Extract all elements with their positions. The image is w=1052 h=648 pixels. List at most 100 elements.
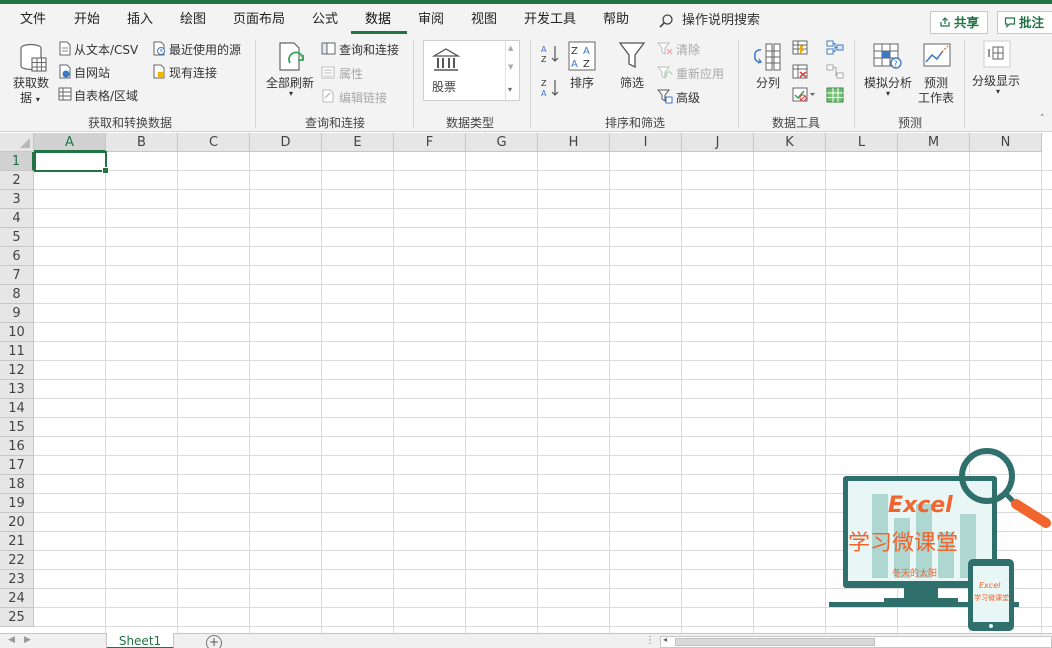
tab-file[interactable]: 文件 bbox=[16, 8, 50, 32]
relationships-icon bbox=[826, 64, 844, 79]
from-table-range-button[interactable]: 自表格/区域 bbox=[74, 87, 138, 104]
active-cell-a1[interactable] bbox=[34, 151, 109, 174]
sheet-tab-sheet1[interactable]: Sheet1 bbox=[106, 633, 174, 648]
row-header[interactable]: 22 bbox=[0, 551, 34, 570]
data-types-gallery[interactable]: 股票 ▲ ▼ ▾ bbox=[423, 40, 520, 101]
row-header[interactable]: 5 bbox=[0, 228, 34, 247]
tab-help[interactable]: 帮助 bbox=[599, 8, 633, 32]
refresh-dropdown-caret-icon[interactable]: ▾ bbox=[289, 89, 293, 98]
advanced-filter-button[interactable]: 高级 bbox=[676, 89, 700, 106]
column-header[interactable]: E bbox=[322, 133, 394, 152]
tab-formulas[interactable]: 公式 bbox=[308, 8, 342, 32]
row-header[interactable]: 10 bbox=[0, 323, 34, 342]
row-header[interactable]: 25 bbox=[0, 608, 34, 627]
data-model-icon bbox=[826, 87, 844, 103]
tab-data[interactable]: 数据 bbox=[350, 8, 408, 34]
existing-connections-icon bbox=[153, 64, 165, 79]
row-header[interactable]: 24 bbox=[0, 589, 34, 608]
share-icon bbox=[940, 17, 950, 27]
row-header[interactable]: 12 bbox=[0, 361, 34, 380]
new-sheet-button[interactable]: + bbox=[206, 635, 222, 648]
column-header[interactable]: M bbox=[898, 133, 970, 152]
dropdown-caret-icon: ▾ bbox=[35, 95, 40, 104]
row-header[interactable]: 20 bbox=[0, 513, 34, 532]
sort-button[interactable]: 排序 bbox=[570, 74, 594, 91]
sheet-nav-left-icon[interactable]: ◀ bbox=[8, 635, 15, 645]
column-header[interactable]: D bbox=[250, 133, 322, 152]
row-header[interactable]: 4 bbox=[0, 209, 34, 228]
column-header[interactable]: K bbox=[754, 133, 826, 152]
select-all-button[interactable] bbox=[0, 133, 34, 152]
tab-draw[interactable]: 绘图 bbox=[176, 8, 210, 32]
filter-button[interactable]: 筛选 bbox=[620, 74, 644, 91]
tab-split-handle[interactable]: ⋮ bbox=[645, 635, 655, 646]
row-header[interactable]: 13 bbox=[0, 380, 34, 399]
row-header[interactable]: 8 bbox=[0, 285, 34, 304]
properties-button[interactable]: 属性 bbox=[339, 65, 363, 82]
scroll-thumb[interactable] bbox=[675, 638, 875, 646]
row-header[interactable]: 1 bbox=[0, 152, 34, 171]
group-separator bbox=[255, 40, 256, 128]
row-header[interactable]: 14 bbox=[0, 399, 34, 418]
row-header[interactable]: 17 bbox=[0, 456, 34, 475]
row-header[interactable]: 23 bbox=[0, 570, 34, 589]
gallery-more-icon[interactable]: ▾ bbox=[508, 85, 512, 94]
tab-view[interactable]: 视图 bbox=[467, 8, 501, 32]
tab-home[interactable]: 开始 bbox=[70, 8, 104, 32]
row-header[interactable]: 2 bbox=[0, 171, 34, 190]
column-header[interactable]: C bbox=[178, 133, 250, 152]
row-header[interactable]: 9 bbox=[0, 304, 34, 323]
from-web-button[interactable]: 自网站 bbox=[74, 64, 110, 81]
column-header[interactable]: F bbox=[394, 133, 466, 152]
forecast-sheet-label-2: 工作表 bbox=[918, 91, 955, 105]
tab-review[interactable]: 审阅 bbox=[414, 8, 448, 32]
scroll-left-icon[interactable]: ◂ bbox=[663, 635, 667, 644]
advanced-filter-icon bbox=[657, 89, 673, 104]
collapse-ribbon-icon[interactable]: ˄ bbox=[1040, 114, 1045, 124]
column-header[interactable]: B bbox=[106, 133, 178, 152]
recent-sources-button[interactable]: 最近使用的源 bbox=[169, 41, 241, 58]
column-header[interactable]: I bbox=[610, 133, 682, 152]
gallery-down-icon[interactable]: ▼ bbox=[508, 63, 513, 71]
table-range-icon bbox=[58, 87, 72, 101]
comments-button[interactable]: 批注 bbox=[997, 11, 1052, 34]
edit-links-button[interactable]: 编辑链接 bbox=[339, 89, 387, 106]
flash-fill-icon bbox=[792, 40, 808, 55]
column-header[interactable]: A bbox=[34, 133, 106, 152]
column-header[interactable]: G bbox=[466, 133, 538, 152]
column-header[interactable]: H bbox=[538, 133, 610, 152]
existing-connections-button[interactable]: 现有连接 bbox=[169, 64, 217, 81]
row-header[interactable]: 7 bbox=[0, 266, 34, 285]
tab-insert[interactable]: 插入 bbox=[123, 8, 157, 32]
outline-icon bbox=[983, 40, 1011, 68]
horizontal-scrollbar[interactable]: ◂ bbox=[660, 635, 1052, 648]
row-header[interactable]: 18 bbox=[0, 475, 34, 494]
tell-me-search[interactable]: 操作说明搜索 bbox=[658, 10, 760, 32]
group-forecast-label: 预测 bbox=[897, 116, 922, 130]
row-header[interactable]: 15 bbox=[0, 418, 34, 437]
column-header[interactable]: N bbox=[970, 133, 1042, 152]
row-header[interactable]: 19 bbox=[0, 494, 34, 513]
sheet-nav-right-icon[interactable]: ▶ bbox=[24, 635, 31, 645]
row-header[interactable]: 21 bbox=[0, 532, 34, 551]
reapply-button[interactable]: 重新应用 bbox=[676, 65, 724, 82]
share-button[interactable]: 共享 bbox=[930, 11, 988, 34]
row-header[interactable]: 11 bbox=[0, 342, 34, 361]
queries-connections-button[interactable]: 查询和连接 bbox=[339, 41, 399, 58]
row-header[interactable]: 6 bbox=[0, 247, 34, 266]
gallery-scroll[interactable]: ▲ ▼ ▾ bbox=[505, 41, 519, 100]
tab-page-layout[interactable]: 页面布局 bbox=[229, 8, 289, 32]
column-header[interactable]: L bbox=[826, 133, 898, 152]
clear-filter-button[interactable]: 清除 bbox=[676, 41, 700, 58]
outline-dropdown-caret-icon[interactable]: ▾ bbox=[996, 87, 1000, 96]
text-to-columns-button[interactable]: 分列 bbox=[756, 74, 780, 91]
from-text-csv-button[interactable]: 从文本/CSV bbox=[74, 41, 138, 58]
what-if-dropdown-caret-icon[interactable]: ▾ bbox=[886, 89, 890, 98]
row-header[interactable]: 3 bbox=[0, 190, 34, 209]
row-header[interactable]: 16 bbox=[0, 437, 34, 456]
gallery-up-icon[interactable]: ▲ bbox=[508, 44, 513, 52]
bank-icon bbox=[432, 48, 460, 71]
svg-text:Z: Z bbox=[541, 55, 547, 64]
tab-developer[interactable]: 开发工具 bbox=[520, 8, 580, 32]
column-header[interactable]: J bbox=[682, 133, 754, 152]
